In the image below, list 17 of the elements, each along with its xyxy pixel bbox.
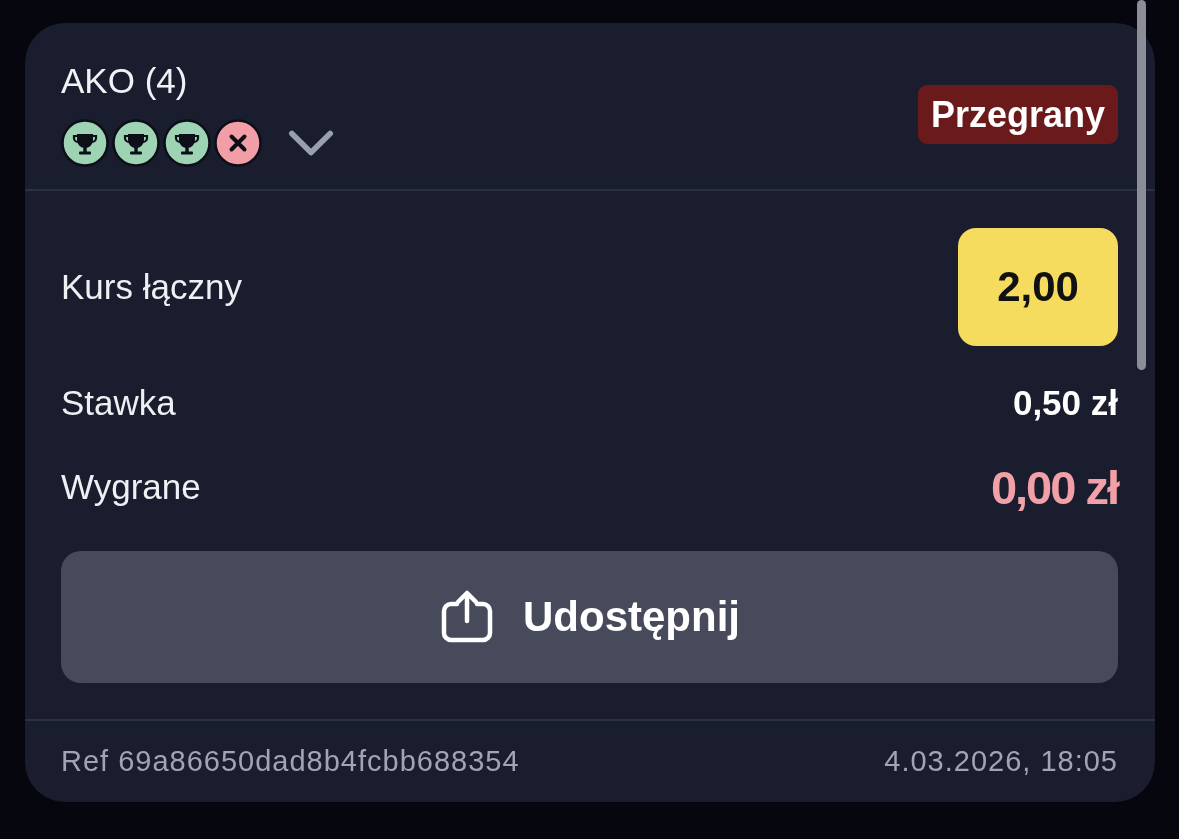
row-label: Kurs łączny [61,267,242,307]
stake-value: 0,50 zł [1012,383,1118,423]
odds-badge: 2,00 [958,228,1118,346]
trophy-icon [112,119,160,167]
scrollbar-thumb[interactable] [1137,0,1146,370]
payout-value: 0,00 zł [990,459,1118,515]
share-button[interactable]: Udostępnij [61,551,1118,683]
trophy-icon [163,119,211,167]
cross-icon [214,119,262,167]
row-label: Stawka [61,383,176,423]
status-badge: Przegrany [917,84,1118,144]
reference-number: Ref 69a86650dad8b4fcbb688354 [61,745,520,778]
trophy-icon [61,119,109,167]
row-label: Wygrane [61,467,201,507]
bet-date: 4.03.2026, 18:05 [884,745,1118,778]
bet-title: AKO (4) [61,61,189,101]
share-icon [439,589,495,645]
